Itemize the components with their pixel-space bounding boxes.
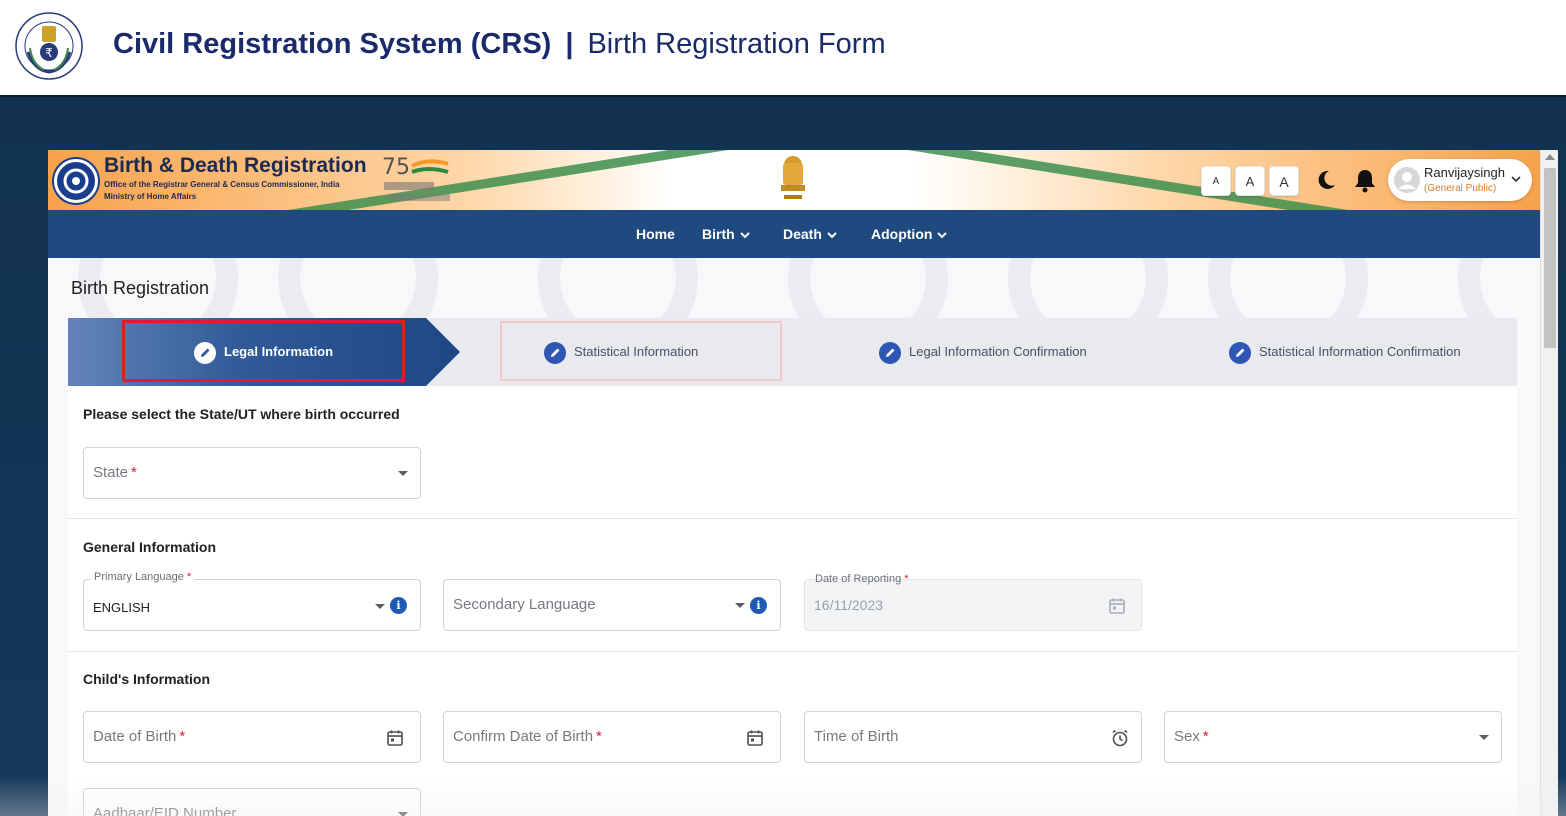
highlight-box-pink [500,321,782,381]
date-of-birth-field[interactable]: Date of Birth * [83,711,421,763]
primary-language-value: ENGLISH [93,600,151,615]
date-of-reporting-value: 16/11/2023 [814,597,884,613]
top-banner: ₹ Civil Registration System (CRS) | Birth … [0,0,1566,97]
time-of-birth-field[interactable]: Time of Birth [804,711,1142,763]
date-of-reporting-field: Date of Reporting * 16/11/2023 [804,573,1142,631]
confirm-date-of-birth-placeholder: Confirm Date of Birth * [453,728,602,745]
edit-pencil-icon [879,341,901,364]
state-placeholder: State * [93,464,137,481]
chevron-down-icon [1511,176,1521,183]
primary-language-label: Primary Language * [91,571,195,583]
watermark-circle-icon [788,258,948,318]
bdr-logo-icon [54,159,98,203]
nav-home[interactable]: Home [636,210,675,258]
secondary-language-select[interactable]: Secondary Language i [443,579,781,631]
sex-select[interactable]: Sex * [1164,711,1502,763]
nav-birth[interactable]: Birth [702,210,751,258]
dark-mode-moon-icon[interactable] [1313,167,1339,193]
step-statistical-information-confirmation-label: Statistical Information Confirmation [1259,344,1461,359]
font-increase-button[interactable]: A [1269,166,1299,196]
aadhaar-eid-placeholder: Aadhaar/EID Number [93,805,237,816]
time-of-birth-placeholder: Time of Birth [814,728,899,745]
bdr-office-subtitle: Office of the Registrar General & Census… [104,180,340,189]
primary-language-select[interactable]: Primary Language * ENGLISH i [83,571,421,631]
user-avatar-icon [1394,167,1420,193]
section-divider [68,651,1517,652]
font-decrease-button[interactable]: A [1201,166,1231,196]
azadi-ka-amrit-mahotsav-logo-icon: 75 [382,155,450,201]
dropdown-caret-icon [375,604,385,609]
dropdown-caret-icon [1479,735,1489,740]
info-icon[interactable]: i [750,597,767,614]
info-icon[interactable]: i [390,597,407,614]
watermark-pattern [48,258,1540,318]
title-separator: | [565,28,574,60]
bdr-app-title: Birth & Death Registration [104,154,367,177]
chevron-down-icon [827,232,837,239]
step-statistical-information-confirmation[interactable]: Statistical Information Confirmation [1229,318,1461,386]
watermark-circle-icon [1208,258,1368,318]
dropdown-caret-icon [398,812,408,816]
step-legal-information-confirmation[interactable]: Legal Information Confirmation [879,318,1087,386]
form-subtitle: Birth Registration Form [587,28,886,60]
user-profile-menu[interactable]: Ranvijaysingh (General Public) [1388,159,1532,201]
nav-adoption[interactable]: Adoption [871,210,948,258]
app-header: Birth & Death Registration Office of the… [48,150,1540,210]
national-emblem-icon [781,156,805,199]
highlight-box-red [122,320,405,382]
registration-form: Please select the State/UT where birth o… [68,386,1517,816]
watermark-circle-icon [1458,258,1540,318]
crs-title: Civil Registration System (CRS) [113,28,552,60]
date-of-birth-placeholder: Date of Birth * [93,728,186,745]
scrollbar-thumb[interactable] [1544,168,1556,348]
page-title: Birth Registration [71,278,210,298]
step-legal-information-confirmation-label: Legal Information Confirmation [909,344,1087,359]
user-role: (General Public) [1424,183,1497,194]
user-name: Ranvijaysingh [1424,165,1505,180]
page-body: Birth Registration Legal Information Sta… [48,258,1540,816]
general-section-title: General Information [83,539,217,555]
state-select[interactable]: State * [83,447,421,499]
chevron-down-icon [739,232,750,239]
date-of-reporting-label: Date of Reporting * [815,573,909,585]
scroll-up-arrow-icon[interactable] [1545,154,1555,160]
window-scrollbar[interactable] [1540,150,1558,816]
dropdown-caret-icon [398,471,408,476]
nav-birth-label: Birth [702,226,735,242]
bdr-ministry-subtitle: Ministry of Home Affairs [104,192,197,201]
font-reset-button[interactable]: A [1235,166,1265,196]
nav-death-label: Death [783,226,822,242]
watermark-circle-icon [538,258,698,318]
alarm-clock-icon[interactable] [1110,728,1130,748]
dropdown-caret-icon [735,603,745,608]
nav-adoption-label: Adoption [871,226,933,242]
calendar-icon [1109,598,1125,614]
nav-death[interactable]: Death [783,210,838,258]
nav-home-label: Home [636,226,675,242]
calendar-icon[interactable] [385,728,405,748]
chevron-down-icon [937,232,948,239]
state-section-title: Please select the State/UT where birth o… [83,406,400,422]
secondary-language-placeholder: Secondary Language [453,596,596,613]
svg-text:₹: ₹ [45,46,53,60]
confirm-date-of-birth-field[interactable]: Confirm Date of Birth * [443,711,781,763]
calendar-icon[interactable] [745,728,765,748]
registration-stepper: Legal Information Statistical Informatio… [68,318,1517,386]
notification-bell-icon[interactable] [1352,167,1378,193]
section-divider [68,518,1517,519]
app-window: Birth & Death Registration Office of the… [48,150,1558,816]
edit-pencil-icon [1229,341,1251,364]
sex-placeholder: Sex * [1174,728,1209,745]
fiu-emblem-logo-icon: ₹ [15,12,83,80]
main-navbar: Home Birth Death Adoption [48,210,1540,258]
watermark-circle-icon [278,258,438,318]
aadhaar-eid-select[interactable]: Aadhaar/EID Number [83,788,421,816]
crs-page-title: Civil Registration System (CRS) | Birth Re… [113,28,886,61]
watermark-circle-icon [1008,258,1168,318]
child-section-title: Child's Information [83,671,210,687]
svg-text:75: 75 [382,155,410,180]
